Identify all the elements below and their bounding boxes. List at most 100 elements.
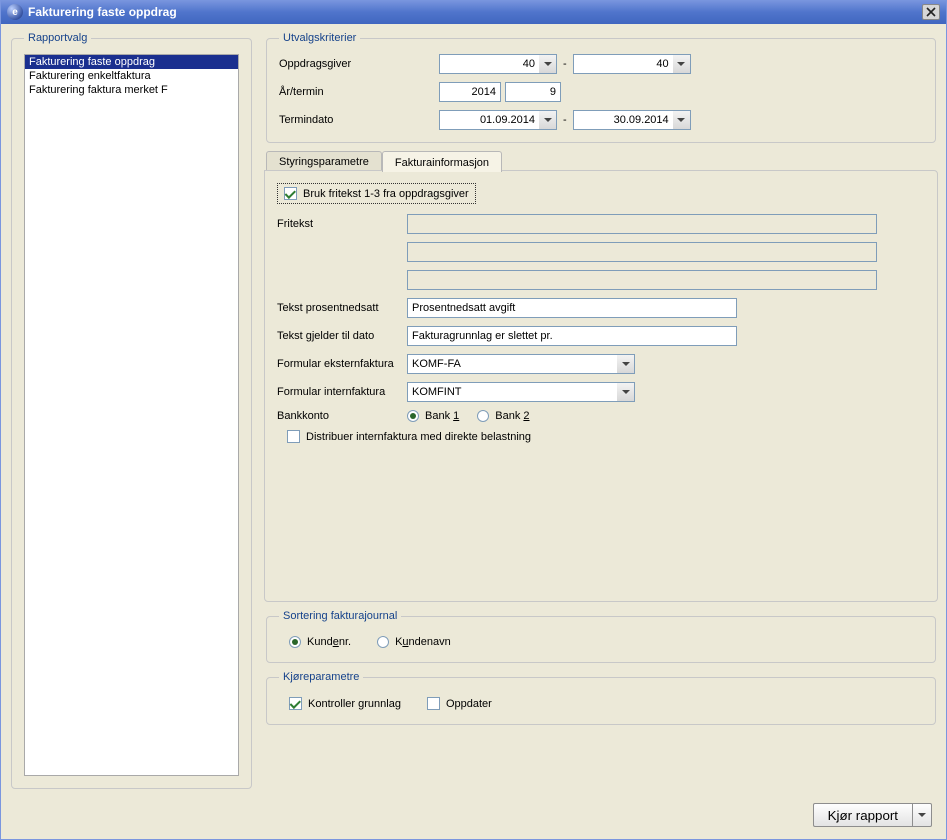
formular-intern-combo[interactable] [407,382,635,402]
date-from-input[interactable] [439,110,539,130]
close-icon [926,7,936,17]
sortering-group: Sortering fakturajournal Kundenr. Kunden… [266,610,936,663]
fritekst1-input[interactable] [407,214,877,234]
chevron-down-icon [544,62,552,66]
term-input[interactable] [505,82,561,102]
oppdragsgiver-from-dropdown[interactable] [539,54,557,74]
report-list[interactable]: Fakturering faste oppdrag Fakturering en… [24,54,239,776]
chevron-down-icon [544,118,552,122]
row-ar-termin: År/termin [279,82,923,102]
oppdater-checkbox[interactable] [427,697,440,710]
date-from-dropdown[interactable] [539,110,557,130]
report-item-faste-oppdrag[interactable]: Fakturering faste oppdrag [25,55,238,69]
date-to-combo[interactable] [573,110,691,130]
criteria-group: Utvalgskriterier Oppdragsgiver - År/term… [266,32,936,143]
fritekst2-input[interactable] [407,242,877,262]
app-icon: e [7,4,23,20]
row-oppdragsgiver: Oppdragsgiver - [279,54,923,74]
row-sortering: Kundenr. Kundenavn [289,636,923,648]
formular-intern-dropdown[interactable] [617,382,635,402]
bank2-label: Bank 2 [495,410,529,422]
row-use-fritekst: Bruk fritekst 1-3 fra oppdragsgiver [277,183,925,204]
formular-ekstern-label: Formular eksternfaktura [277,358,407,370]
kjore-title: Kjøreparametre [279,671,363,683]
row-termindato: Termindato - [279,110,923,130]
footer: Kjør rapport [1,797,946,839]
bank2-radio[interactable] [477,410,489,422]
tekst-gjelder-input[interactable] [407,326,737,346]
tab-body-faktura: Bruk fritekst 1-3 fra oppdragsgiver Frit… [264,170,938,602]
run-report-dropdown[interactable] [912,803,932,827]
date-from-combo[interactable] [439,110,557,130]
client-area: Rapportvalg Fakturering faste oppdrag Fa… [1,24,946,797]
run-report-split-button: Kjør rapport [813,803,932,827]
kjore-group: Kjøreparametre Kontroller grunnlag Oppda… [266,671,936,725]
report-choice-title: Rapportvalg [24,32,91,44]
date-to-input[interactable] [573,110,673,130]
row-formular-ekstern: Formular eksternfaktura [277,354,925,374]
tabs-container: Styringsparametre Fakturainformasjon Bru… [264,151,938,602]
use-fritekst-checkbox[interactable] [284,187,297,200]
bank1-label: Bank 1 [425,410,459,422]
formular-intern-label: Formular internfaktura [277,386,407,398]
run-report-button[interactable]: Kjør rapport [813,803,912,827]
bankkonto-label: Bankkonto [277,410,407,422]
tekst-gjelder-label: Tekst gjelder til dato [277,330,407,342]
chevron-down-icon [677,118,685,122]
tab-styringsparametre[interactable]: Styringsparametre [266,151,382,171]
use-fritekst-label: Bruk fritekst 1-3 fra oppdragsgiver [303,188,469,200]
kontroller-label: Kontroller grunnlag [308,698,401,710]
oppdragsgiver-to-combo[interactable] [573,54,691,74]
criteria-title: Utvalgskriterier [279,32,360,44]
formular-intern-input[interactable] [407,382,617,402]
kontroller-checkbox[interactable] [289,697,302,710]
bank1-radio[interactable] [407,410,419,422]
formular-ekstern-input[interactable] [407,354,617,374]
chevron-down-icon [622,390,630,394]
oppdragsgiver-from-input[interactable] [439,54,539,74]
ar-termin-label: År/termin [279,86,439,98]
fritekst-label: Fritekst [277,218,407,230]
kundenavn-radio[interactable] [377,636,389,648]
right-pane: Utvalgskriterier Oppdragsgiver - År/term… [264,32,938,789]
year-input[interactable] [439,82,501,102]
report-item-enkeltfaktura[interactable]: Fakturering enkeltfaktura [25,69,238,83]
row-bankkonto: Bankkonto Bank 1 Bank 2 [277,410,925,422]
tab-fakturainformasjon[interactable]: Fakturainformasjon [382,151,502,172]
report-choice-group: Rapportvalg Fakturering faste oppdrag Fa… [11,32,252,789]
tekst-prosent-input[interactable] [407,298,737,318]
oppdragsgiver-from-combo[interactable] [439,54,557,74]
sortering-title: Sortering fakturajournal [279,610,401,622]
chevron-down-icon [677,62,685,66]
oppdragsgiver-label: Oppdragsgiver [279,58,439,70]
oppdragsgiver-to-dropdown[interactable] [673,54,691,74]
date-to-dropdown[interactable] [673,110,691,130]
row-formular-intern: Formular internfaktura [277,382,925,402]
row-tekst-gjelder: Tekst gjelder til dato [277,326,925,346]
distribuer-label: Distribuer internfaktura med direkte bel… [306,431,531,443]
row-distribuer: Distribuer internfaktura med direkte bel… [287,430,925,443]
row-fritekst1: Fritekst [277,214,925,234]
fritekst3-input[interactable] [407,270,877,290]
formular-ekstern-dropdown[interactable] [617,354,635,374]
main-window: e Fakturering faste oppdrag Rapportvalg … [0,0,947,840]
row-tekst-prosent: Tekst prosentnedsatt [277,298,925,318]
kundenr-radio[interactable] [289,636,301,648]
report-item-merket-f[interactable]: Fakturering faktura merket F [25,83,238,97]
dash: - [557,114,573,126]
oppdragsgiver-to-input[interactable] [573,54,673,74]
close-button[interactable] [922,4,940,20]
window-title: Fakturering faste oppdrag [28,5,922,19]
dash: - [557,58,573,70]
tabstrip: Styringsparametre Fakturainformasjon [264,151,938,171]
distribuer-checkbox[interactable] [287,430,300,443]
use-fritekst-focus: Bruk fritekst 1-3 fra oppdragsgiver [277,183,476,204]
tekst-prosent-label: Tekst prosentnedsatt [277,302,407,314]
row-kjore: Kontroller grunnlag Oppdater [289,697,923,710]
oppdater-label: Oppdater [446,698,492,710]
chevron-down-icon [622,362,630,366]
kundenr-label: Kundenr. [307,636,351,648]
chevron-down-icon [918,813,926,817]
formular-ekstern-combo[interactable] [407,354,635,374]
termindato-label: Termindato [279,114,439,126]
